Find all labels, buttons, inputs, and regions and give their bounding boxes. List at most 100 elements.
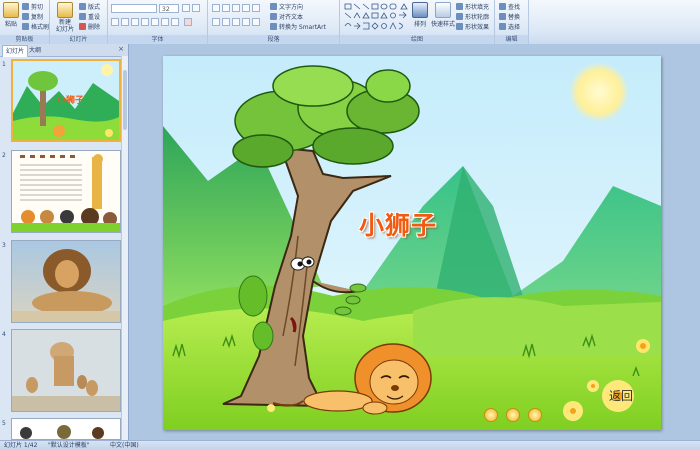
cut-button[interactable]: 剪切 <box>22 2 43 11</box>
thumbnail-number: 3 <box>2 242 6 249</box>
thumbnail-image <box>11 418 121 440</box>
justify-icon[interactable] <box>242 18 250 26</box>
thumbnail-3-photo <box>12 241 120 322</box>
layout-button[interactable]: 版式 <box>79 2 100 11</box>
italic-icon[interactable] <box>121 18 129 26</box>
thumbnail-image: 小狮子 <box>11 59 121 142</box>
tab-outline[interactable]: 大纲 <box>26 45 44 56</box>
spacing-icon[interactable] <box>161 18 169 26</box>
scissors-icon <box>22 3 29 10</box>
outline-pen-icon <box>456 13 463 20</box>
panel-tabs: 幻灯片 大纲 × <box>0 44 128 57</box>
current-slide[interactable]: 小狮子 返回 <box>163 56 661 430</box>
scrollbar-thumb[interactable] <box>123 70 127 130</box>
ribbon: 粘贴 剪切 复制 格式刷 剪贴板 新建 幻灯片 版式 重设 删除 幻灯片 32 … <box>0 0 700 45</box>
group-label-drawing: 绘图 <box>340 35 494 44</box>
format-painter-button[interactable]: 格式刷 <box>22 22 49 31</box>
arrange-button[interactable]: 排列 <box>412 2 428 28</box>
group-label-clipboard: 剪贴板 <box>0 35 49 44</box>
close-panel-icon[interactable]: × <box>118 45 124 53</box>
align-text-icon <box>270 13 277 20</box>
reset-icon <box>79 13 86 20</box>
text-direction-button[interactable]: 文字方向 <box>270 2 303 11</box>
replace-button[interactable]: 替换 <box>499 12 520 21</box>
back-button[interactable]: 返回 <box>609 387 633 404</box>
numbering-icon[interactable] <box>222 4 230 12</box>
font-name-combo[interactable] <box>111 4 157 13</box>
align-text-button[interactable]: 对齐文本 <box>270 12 303 21</box>
play-button[interactable] <box>484 408 498 422</box>
shrink-font-icon[interactable] <box>192 4 200 12</box>
group-font: 32 字体 <box>108 0 208 44</box>
cursor-icon <box>499 23 506 30</box>
underline-icon[interactable] <box>131 18 139 26</box>
copy-icon <box>22 13 29 20</box>
align-right-icon[interactable] <box>232 18 240 26</box>
line-spacing-icon[interactable] <box>252 4 260 12</box>
thumbnail-number: 4 <box>2 331 6 338</box>
reset-button[interactable]: 重设 <box>79 12 100 21</box>
copy-button[interactable]: 复制 <box>22 12 43 21</box>
brush-icon <box>22 23 29 30</box>
slide-illustration <box>163 56 661 430</box>
indent-less-icon[interactable] <box>232 4 240 12</box>
thumbnail-1-title: 小狮子 <box>56 94 84 106</box>
smartart-icon <box>270 23 277 30</box>
slide-editor: 小狮子 返回 <box>129 44 700 440</box>
group-label-slides: 幻灯片 <box>50 35 107 44</box>
group-slides: 新建 幻灯片 版式 重设 删除 幻灯片 <box>50 0 108 44</box>
panel-scrollbar[interactable] <box>121 56 128 440</box>
thumbnail-image <box>11 150 121 233</box>
thumbnail-4-photo <box>12 330 120 411</box>
effects-icon <box>456 23 463 30</box>
find-button[interactable]: 查找 <box>499 2 520 11</box>
shapes-gallery[interactable] <box>344 3 408 31</box>
group-paragraph: 文字方向 对齐文本 转换为 SmartArt 段落 <box>208 0 340 44</box>
case-icon[interactable] <box>171 18 179 26</box>
tab-slides[interactable]: 幻灯片 <box>2 45 29 57</box>
indent-more-icon[interactable] <box>242 4 250 12</box>
columns-icon[interactable] <box>252 18 260 26</box>
slide-title[interactable]: 小狮子 <box>359 206 437 242</box>
shape-effects-button[interactable]: 形状效果 <box>456 22 489 31</box>
font-size-combo[interactable]: 32 <box>159 4 179 13</box>
thumbnail-number: 1 <box>2 61 6 68</box>
select-button[interactable]: 选择 <box>499 22 520 31</box>
thumbnail-number: 5 <box>2 420 6 427</box>
thumbnail-2-scene <box>12 151 120 232</box>
align-left-icon[interactable] <box>212 18 220 26</box>
thumbnail-image <box>11 329 121 412</box>
thumbnail-number: 2 <box>2 152 6 159</box>
text-direction-icon <box>270 3 277 10</box>
group-editing: 查找 替换 选择 编辑 <box>495 0 529 44</box>
paste-icon <box>3 2 19 18</box>
bullets-icon[interactable] <box>212 4 220 12</box>
thumbnail-5-scene <box>12 419 120 439</box>
arrange-icon <box>412 2 428 18</box>
sun <box>569 62 629 122</box>
grow-font-icon[interactable] <box>182 4 190 12</box>
strike-icon[interactable] <box>141 18 149 26</box>
layout-icon <box>79 3 86 10</box>
bold-icon[interactable] <box>111 18 119 26</box>
new-slide-icon <box>57 2 73 18</box>
font-color-icon[interactable] <box>184 18 192 26</box>
group-label-paragraph: 段落 <box>208 35 339 44</box>
thumbnail-1-scene: 小狮子 <box>13 61 119 140</box>
group-label-font: 字体 <box>108 35 207 44</box>
binoculars-icon <box>499 3 506 10</box>
shadow-icon[interactable] <box>151 18 159 26</box>
quick-styles-button[interactable]: 快速样式 <box>431 2 455 28</box>
shape-fill-button[interactable]: 形状填充 <box>456 2 489 11</box>
paste-button[interactable]: 粘贴 <box>3 2 19 28</box>
pause-button[interactable] <box>506 408 520 422</box>
new-slide-button[interactable]: 新建 幻灯片 <box>56 2 74 33</box>
shape-outline-button[interactable]: 形状轮廓 <box>456 12 489 21</box>
group-label-editing: 编辑 <box>495 35 528 44</box>
replace-icon <box>499 13 506 20</box>
stop-button[interactable] <box>528 408 542 422</box>
align-center-icon[interactable] <box>222 18 230 26</box>
delete-button[interactable]: 删除 <box>79 22 100 31</box>
smartart-button[interactable]: 转换为 SmartArt <box>270 22 326 31</box>
delete-icon <box>79 23 86 30</box>
